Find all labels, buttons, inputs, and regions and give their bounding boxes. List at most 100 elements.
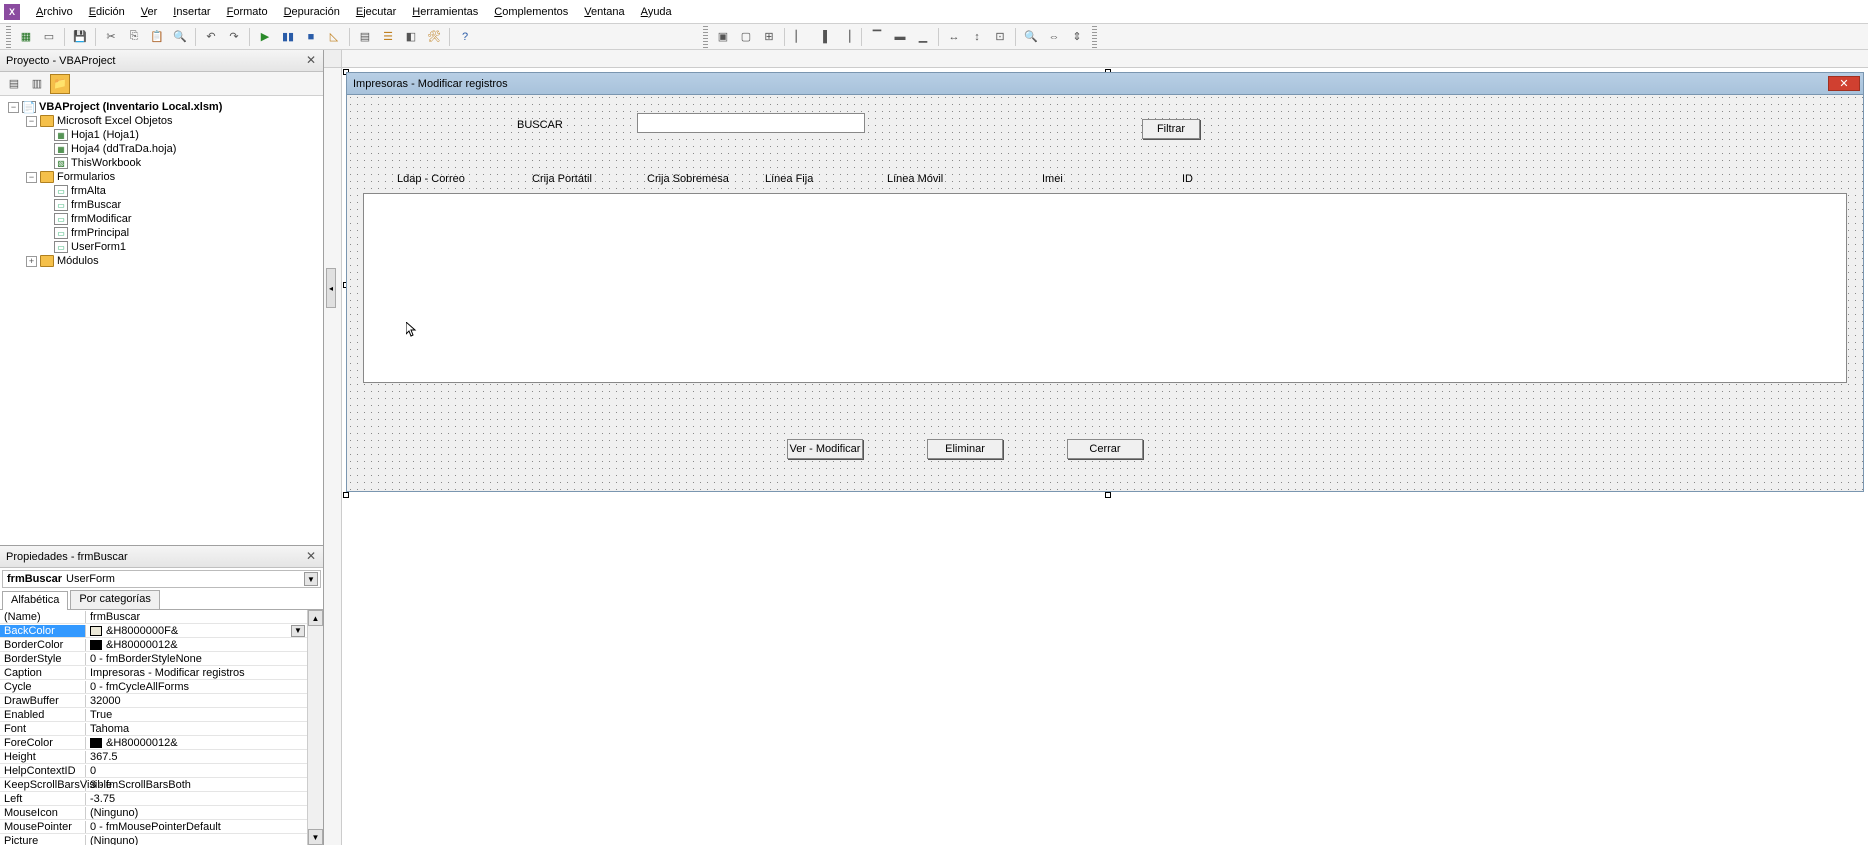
dropdown-icon[interactable]: ▼: [291, 625, 305, 637]
property-value[interactable]: &H80000012&: [86, 737, 323, 749]
property-value[interactable]: 367.5: [86, 751, 323, 763]
menu-ayuda[interactable]: Ayuda: [633, 3, 680, 21]
insert-userform-icon[interactable]: ▭: [39, 27, 59, 47]
property-row[interactable]: EnabledTrue: [0, 708, 323, 722]
view-code-icon[interactable]: ▤: [4, 74, 24, 94]
send-back-icon[interactable]: ▢: [736, 27, 756, 47]
tree-form[interactable]: ▭frmBuscar: [4, 198, 319, 212]
property-value[interactable]: Tahoma: [86, 723, 323, 735]
view-modify-button[interactable]: Ver - Modificar: [787, 439, 863, 459]
property-row[interactable]: KeepScrollBarsVisible3 - fmScrollBarsBot…: [0, 778, 323, 792]
align-left-icon[interactable]: ▏: [790, 27, 810, 47]
tab-alphabetic[interactable]: Alfabética: [2, 591, 68, 610]
property-value[interactable]: 3 - fmScrollBarsBoth: [86, 779, 323, 791]
same-height-icon[interactable]: ↕: [967, 27, 987, 47]
run-icon[interactable]: ▶: [255, 27, 275, 47]
search-input[interactable]: [637, 113, 865, 133]
property-value[interactable]: &H8000000F&▼: [86, 625, 323, 637]
resize-handle[interactable]: [343, 492, 349, 498]
tree-form[interactable]: ▭frmPrincipal: [4, 226, 319, 240]
menu-herramientas[interactable]: Herramientas: [404, 3, 486, 21]
menu-insertar[interactable]: Insertar: [165, 3, 218, 21]
object-browser-icon[interactable]: ◧: [401, 27, 421, 47]
pause-icon[interactable]: ▮▮: [278, 27, 298, 47]
property-value[interactable]: -3.75: [86, 793, 323, 805]
property-row[interactable]: DrawBuffer32000: [0, 694, 323, 708]
cut-icon[interactable]: ✂: [101, 27, 121, 47]
property-row[interactable]: MousePointer0 - fmMousePointerDefault: [0, 820, 323, 834]
expand-icon[interactable]: −: [26, 172, 37, 183]
property-row[interactable]: MouseIcon(Ninguno): [0, 806, 323, 820]
property-row[interactable]: BorderStyle0 - fmBorderStyleNone: [0, 652, 323, 666]
menu-ejecutar[interactable]: Ejecutar: [348, 3, 404, 21]
userform-canvas[interactable]: Impresoras - Modificar registros ✕ BUSCA…: [346, 72, 1864, 492]
tab-categorized[interactable]: Por categorías: [70, 590, 160, 609]
expand-icon[interactable]: −: [8, 102, 19, 113]
paste-icon[interactable]: 📋: [147, 27, 167, 47]
property-value[interactable]: (Ninguno): [86, 807, 323, 819]
property-value[interactable]: True: [86, 709, 323, 721]
bring-front-icon[interactable]: ▣: [713, 27, 733, 47]
menu-complementos[interactable]: Complementos: [486, 3, 576, 21]
save-icon[interactable]: 💾: [70, 27, 90, 47]
form-close-icon[interactable]: ✕: [1828, 76, 1860, 91]
properties-scrollbar[interactable]: ▲ ▼: [307, 610, 323, 845]
property-value[interactable]: (Ninguno): [86, 835, 323, 845]
property-row[interactable]: CaptionImpresoras - Modificar registros: [0, 666, 323, 680]
project-tree[interactable]: − 📄 VBAProject (Inventario Local.xlsm) −…: [0, 96, 323, 545]
align-center-icon[interactable]: ▐: [813, 27, 833, 47]
toolbox-icon[interactable]: 🛠: [424, 27, 444, 47]
property-value[interactable]: Impresoras - Modificar registros: [86, 667, 323, 679]
property-row[interactable]: FontTahoma: [0, 722, 323, 736]
toggle-folders-icon[interactable]: 📁: [50, 74, 70, 94]
form-designer[interactable]: ◂ Impresoras - Modificar registros ✕ BUS…: [324, 50, 1868, 845]
vspace-icon[interactable]: ⇕: [1067, 27, 1087, 47]
collapse-left-icon[interactable]: ◂: [326, 268, 336, 308]
scroll-down-icon[interactable]: ▼: [308, 829, 323, 845]
menu-edicion[interactable]: Edición: [81, 3, 133, 21]
property-value[interactable]: 32000: [86, 695, 323, 707]
property-value[interactable]: 0: [86, 765, 323, 777]
property-row[interactable]: Height367.5: [0, 750, 323, 764]
property-value[interactable]: 0 - fmBorderStyleNone: [86, 653, 323, 665]
undo-icon[interactable]: ↶: [201, 27, 221, 47]
tree-forms-folder[interactable]: − Formularios: [4, 170, 319, 184]
align-right-icon[interactable]: ▕: [836, 27, 856, 47]
tree-workbook[interactable]: ▧ThisWorkbook: [4, 156, 319, 170]
property-row[interactable]: HelpContextID0: [0, 764, 323, 778]
properties-object-select[interactable]: frmBuscar UserForm ▼: [2, 570, 321, 588]
properties-icon[interactable]: ☰: [378, 27, 398, 47]
align-top-icon[interactable]: ▔: [867, 27, 887, 47]
tree-modules-folder[interactable]: + Módulos: [4, 254, 319, 268]
dropdown-icon[interactable]: ▼: [304, 572, 318, 586]
delete-button[interactable]: Eliminar: [927, 439, 1003, 459]
property-row[interactable]: Picture(Ninguno): [0, 834, 323, 845]
same-size-icon[interactable]: ⊡: [990, 27, 1010, 47]
properties-grid[interactable]: (Name)frmBuscarBackColor&H8000000F&▼Bord…: [0, 610, 323, 845]
tree-sheet[interactable]: ▦Hoja4 (ddTraDa.hoja): [4, 142, 319, 156]
property-value[interactable]: frmBuscar: [86, 611, 323, 623]
menu-depuracion[interactable]: Depuración: [276, 3, 348, 21]
find-icon[interactable]: 🔍: [170, 27, 190, 47]
menu-formato[interactable]: Formato: [219, 3, 276, 21]
same-width-icon[interactable]: ↔: [944, 27, 964, 47]
form-titlebar[interactable]: Impresoras - Modificar registros ✕: [347, 73, 1863, 95]
tree-form[interactable]: ▭UserForm1: [4, 240, 319, 254]
toolbar2-end-handle[interactable]: [1092, 26, 1097, 48]
property-row[interactable]: BackColor&H8000000F&▼: [0, 624, 323, 638]
tree-sheet[interactable]: ▦Hoja1 (Hoja1): [4, 128, 319, 142]
align-bottom-icon[interactable]: ▁: [913, 27, 933, 47]
results-listbox[interactable]: [363, 193, 1847, 383]
property-value[interactable]: &H80000012&: [86, 639, 323, 651]
redo-icon[interactable]: ↷: [224, 27, 244, 47]
menu-ver[interactable]: Ver: [133, 3, 166, 21]
toolbar-handle[interactable]: [6, 26, 11, 48]
menu-archivo[interactable]: Archivo: [28, 3, 81, 21]
property-value[interactable]: 0 - fmCycleAllForms: [86, 681, 323, 693]
scroll-up-icon[interactable]: ▲: [308, 610, 323, 626]
resize-handle[interactable]: [1105, 492, 1111, 498]
filter-button[interactable]: Filtrar: [1142, 119, 1200, 139]
property-row[interactable]: BorderColor&H80000012&: [0, 638, 323, 652]
align-middle-icon[interactable]: ▬: [890, 27, 910, 47]
toolbar2-handle[interactable]: [703, 26, 708, 48]
